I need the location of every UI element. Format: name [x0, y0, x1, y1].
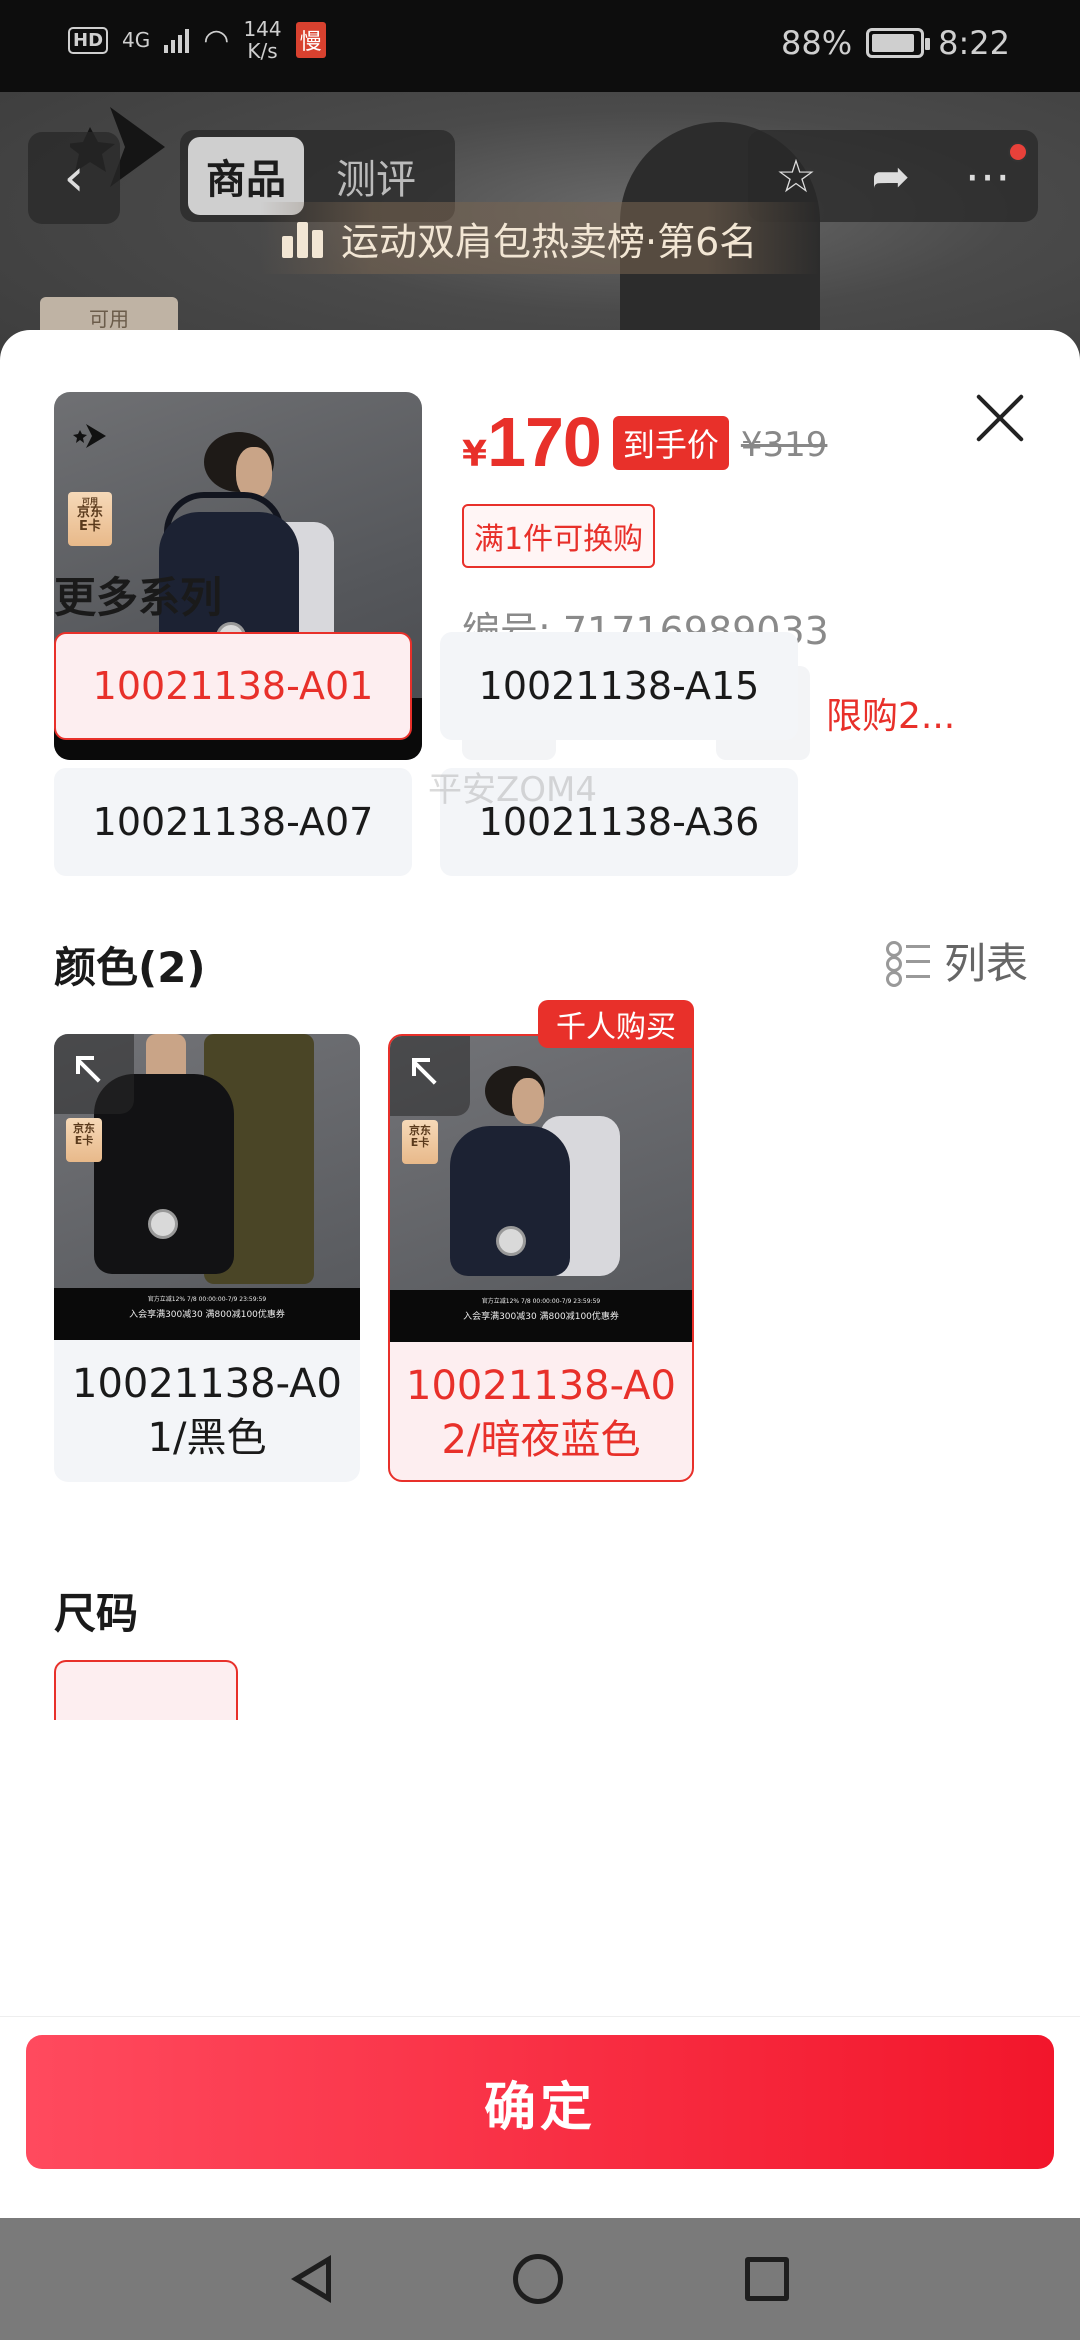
color-option-label: 10021138-A01/黑色	[72, 1361, 342, 1461]
jd-ecard-badge: 可用 京东 E卡	[68, 492, 112, 546]
backpack-logo	[148, 1209, 178, 1239]
list-toggle-label: 列表	[943, 939, 1028, 988]
backpack-logo	[496, 1226, 526, 1256]
network-speed: 144 K/s	[243, 17, 282, 63]
series-option[interactable]: 10021138-A15	[440, 632, 798, 740]
notification-dot	[1008, 142, 1028, 162]
color-option-image: 京东 E卡 官方立减12% 7/8 00:00:00-7/9 23:59:59 …	[390, 1036, 692, 1342]
nav-back-icon[interactable]	[291, 2255, 331, 2303]
thumb-promo-line2: 入会享满300减30 满800减100优惠券	[463, 1312, 619, 1322]
nav-recents-icon[interactable]	[745, 2257, 789, 2301]
thumb-promo-footer: 官方立减12% 7/8 00:00:00-7/9 23:59:59 入会享满30…	[54, 1288, 360, 1340]
expand-icon[interactable]	[390, 1036, 470, 1116]
list-view-toggle[interactable]: 列表	[885, 930, 1028, 991]
expand-icon[interactable]	[54, 1034, 134, 1114]
rank-text: 运动双肩包热卖榜·第6名	[341, 219, 758, 264]
size-option[interactable]	[54, 1660, 238, 1720]
series-option[interactable]: 10021138-A01	[54, 632, 412, 740]
rank-banner[interactable]: 运动双肩包热卖榜·第6名	[260, 202, 820, 274]
star-icon[interactable]: ☆	[775, 149, 816, 203]
status-bar: HD 4G ◠ 144 K/s 慢 88% 8:22	[0, 0, 1080, 92]
sku-selector-sheet: 可用 京东 E卡 官方立减12% 7/8 00:00:00-7/9 23:59:…	[0, 330, 1080, 2220]
jd-ecard-badge: 京东 E卡	[402, 1120, 438, 1164]
hd-indicator: HD	[68, 26, 109, 54]
close-icon[interactable]	[972, 390, 1028, 446]
signal-icon: 4G	[122, 28, 151, 52]
confirm-button[interactable]: 确定	[26, 2035, 1054, 2169]
back-button[interactable]: ‹	[28, 132, 120, 224]
list-icon	[885, 939, 930, 987]
jd-ecard-label: 京东 E卡	[73, 1122, 95, 1147]
more-icon[interactable]: ⋯	[965, 149, 1011, 203]
jd-ecard-badge: 京东 E卡	[66, 1118, 102, 1162]
jd-ecard-label: 京东 E卡	[409, 1124, 431, 1149]
bar-chart-icon	[282, 218, 323, 258]
bottom-action-bar: 确定	[0, 2016, 1080, 2218]
purchase-limit: 限购2...	[826, 696, 956, 737]
series-option[interactable]: 10021138-A07	[54, 768, 412, 876]
price-row: ¥ 170 到手价 ¥319	[462, 402, 827, 482]
currency-symbol: ¥	[462, 434, 488, 475]
thumb-promo-line1: 官方立减12% 7/8 00:00:00-7/9 23:59:59	[481, 1298, 601, 1305]
nav-home-icon[interactable]	[513, 2254, 563, 2304]
series-title: 更多系列	[54, 573, 223, 622]
color-option-image: 京东 E卡 官方立减12% 7/8 00:00:00-7/9 23:59:59 …	[54, 1034, 360, 1340]
thumb-promo-line2: 入会享满300减30 满800减100优惠券	[129, 1310, 285, 1320]
thumb-promo-footer: 官方立减12% 7/8 00:00:00-7/9 23:59:59 入会享满30…	[390, 1290, 692, 1342]
clock: 8:22	[938, 24, 1010, 62]
color-option[interactable]: 京东 E卡 官方立减12% 7/8 00:00:00-7/9 23:59:59 …	[54, 1034, 360, 1482]
size-title: 尺码	[54, 1589, 139, 1638]
color-option-label: 10021138-A02/暗夜蓝色	[406, 1363, 676, 1463]
chevron-left-icon: ‹	[63, 148, 85, 208]
color-option[interactable]: 京东 E卡 官方立减12% 7/8 00:00:00-7/9 23:59:59 …	[388, 1034, 694, 1482]
thumb-promo-line1: 官方立减12% 7/8 00:00:00-7/9 23:59:59	[147, 1296, 267, 1303]
jd-ecard-label: 京东 E卡	[76, 505, 103, 535]
system-navigation-bar	[0, 2218, 1080, 2340]
watermark: 平安ZOM4	[428, 770, 598, 810]
brand-logo-icon	[73, 424, 106, 448]
signal-bars-icon	[164, 27, 190, 53]
wifi-icon: ◠	[203, 22, 230, 58]
model-face	[512, 1078, 544, 1124]
color-title: 颜色(2)	[54, 943, 206, 992]
promo-badge[interactable]: 满1件可换购	[462, 504, 656, 568]
hot-seller-badge: 千人购买	[538, 1000, 694, 1048]
battery-percent: 88%	[781, 24, 853, 62]
final-price: 170	[487, 403, 602, 481]
final-price-tag: 到手价	[612, 416, 729, 470]
share-icon[interactable]: ➦	[871, 149, 910, 203]
original-price: ¥319	[740, 425, 828, 465]
battery-icon	[866, 28, 931, 58]
slow-network-badge: 慢	[295, 22, 326, 58]
